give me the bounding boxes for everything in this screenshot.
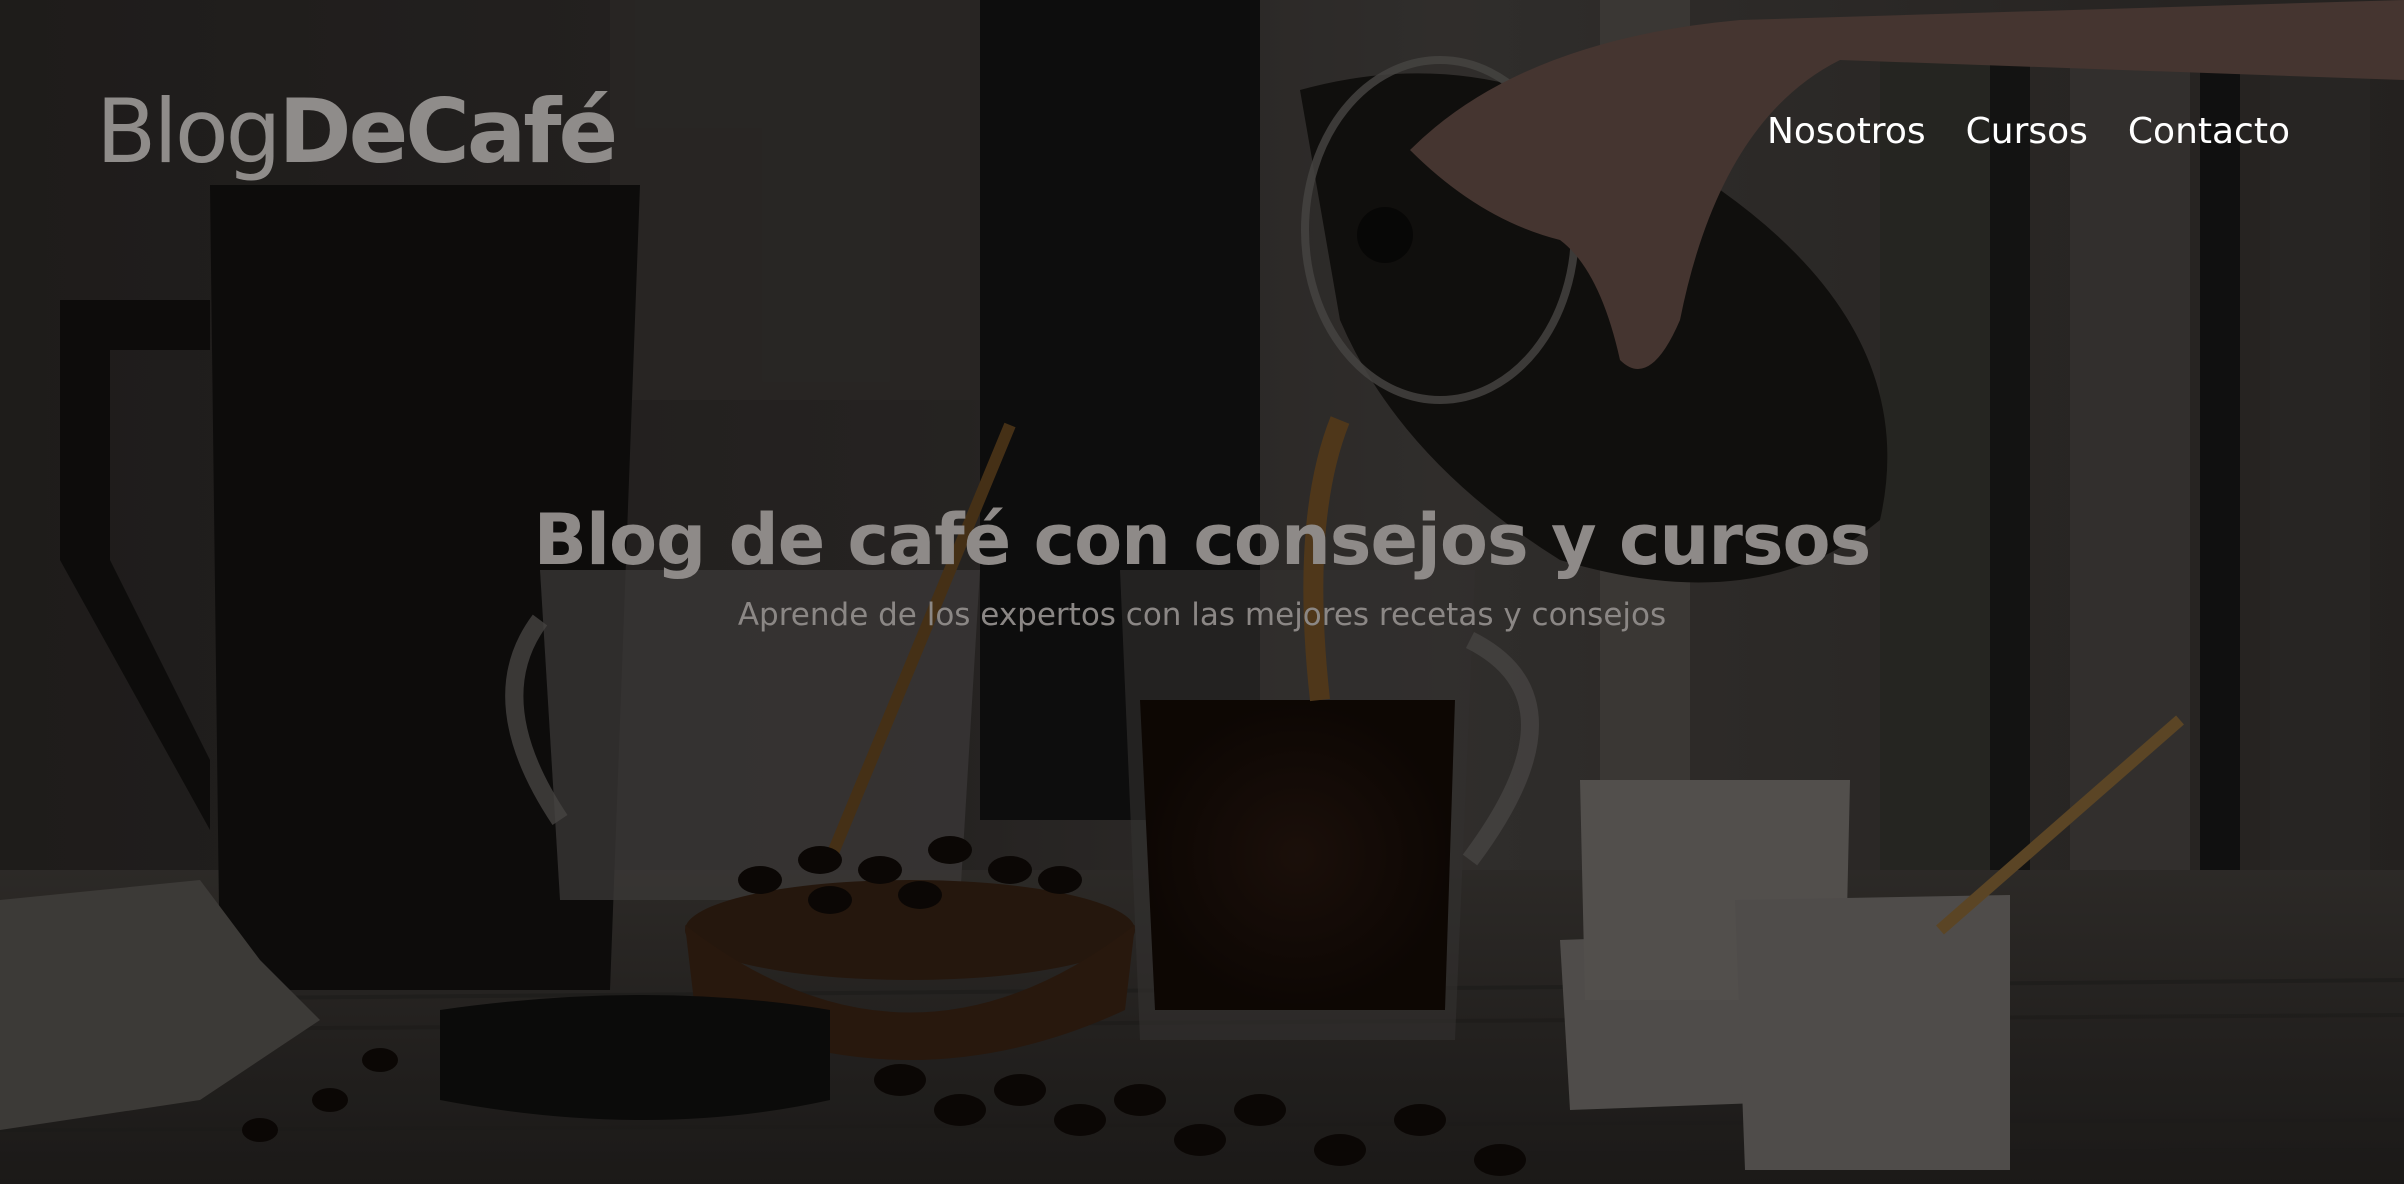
hero-content: Blog de café con consejos y cursos Apren… <box>0 490 2404 640</box>
hero-subtitle: Aprende de los expertos con las mejores … <box>737 597 1667 633</box>
logo-text-bold: DeCafé <box>278 80 619 183</box>
site-logo[interactable]: BlogDeCafé <box>96 80 619 183</box>
site-header: BlogDeCafé Nosotros Cursos Contacto <box>0 0 2404 200</box>
hero-title: Blog de café con consejos y cursos <box>533 499 1872 581</box>
logo-text-light: Blog <box>96 80 282 183</box>
nav-link-cursos[interactable]: Cursos <box>1966 104 2088 160</box>
main-navigation: Nosotros Cursos Contacto <box>1767 104 2290 160</box>
hero-section: BlogDeCafé Nosotros Cursos Contacto Blog… <box>0 0 2404 1184</box>
nav-link-contacto[interactable]: Contacto <box>2128 104 2290 160</box>
nav-link-nosotros[interactable]: Nosotros <box>1767 104 1926 160</box>
